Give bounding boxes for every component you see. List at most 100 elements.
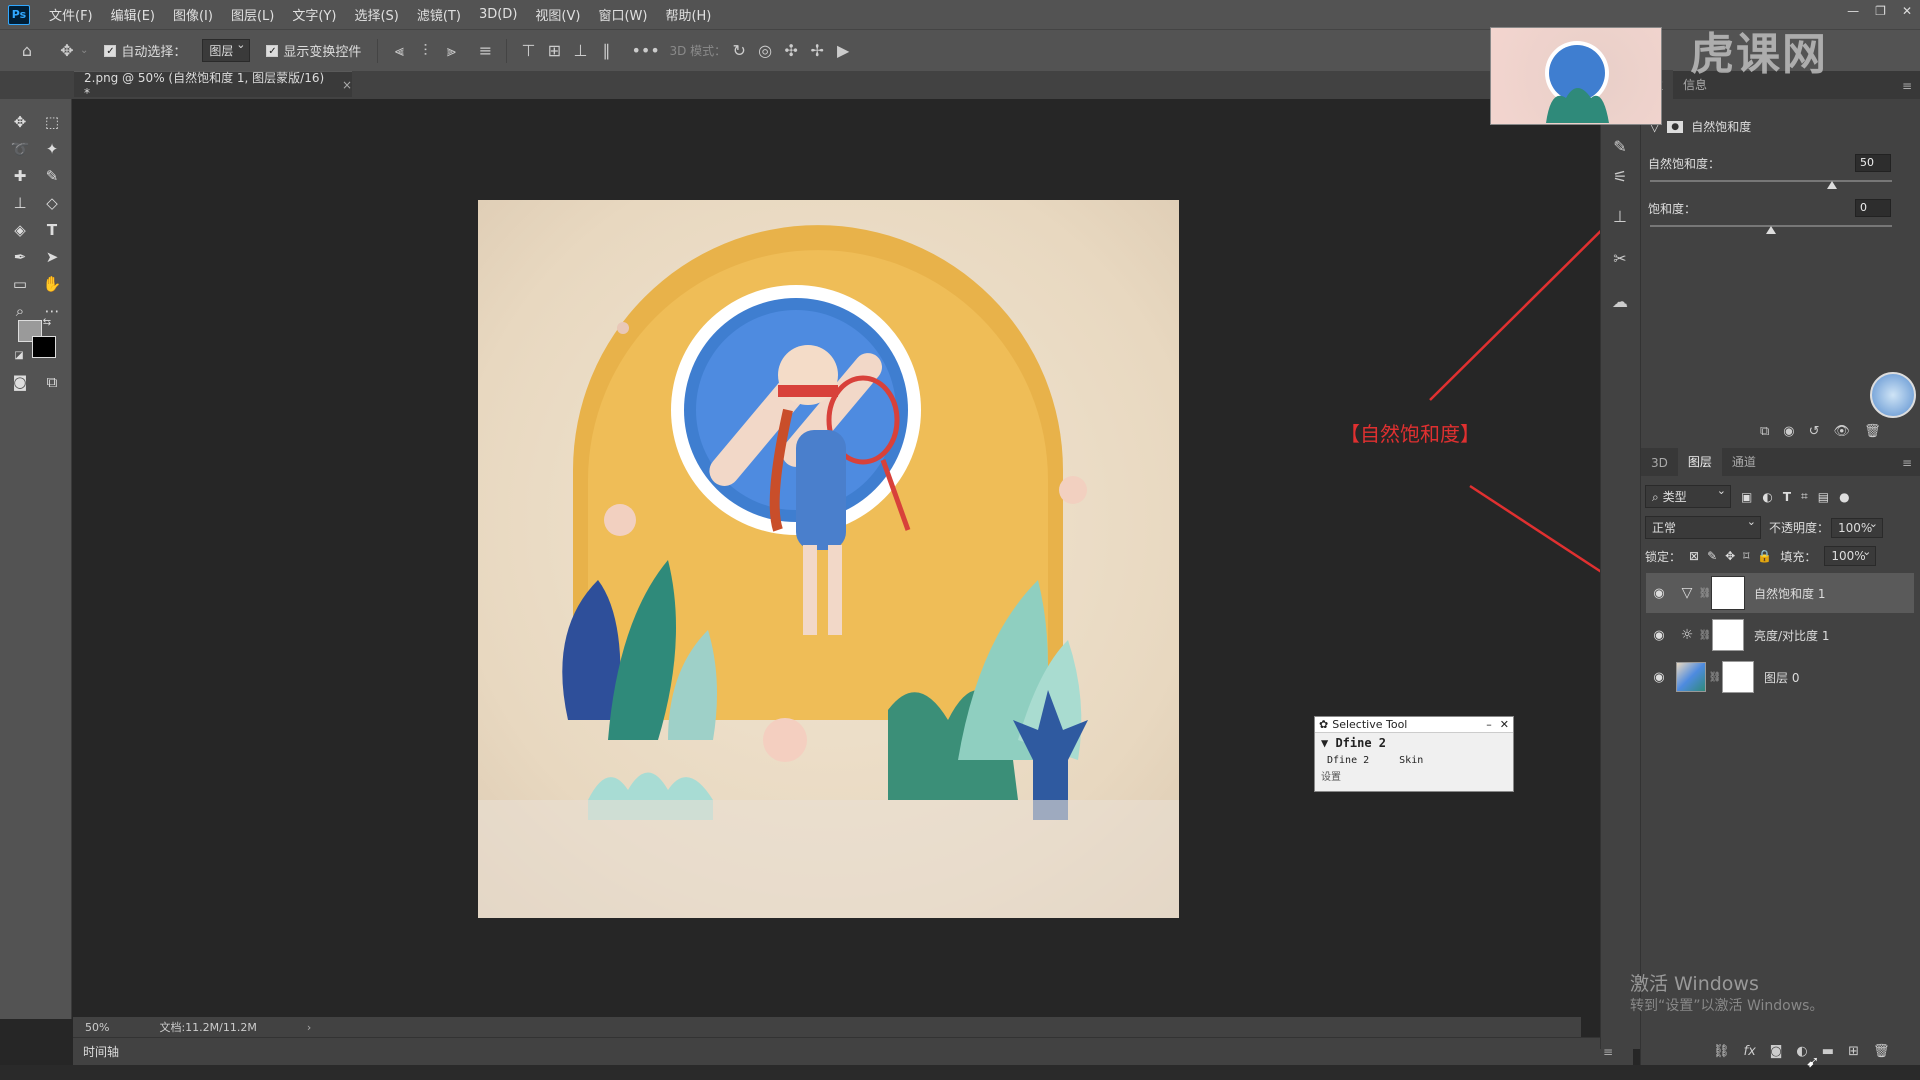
distribute-vertical-icon[interactable]: ∥ <box>593 41 619 60</box>
menu-3d[interactable]: 3D(D) <box>470 7 526 22</box>
selective-tool-settings[interactable]: 设置 <box>1315 768 1513 783</box>
fill-input[interactable]: 100% <box>1824 545 1877 566</box>
lock-transparent-icon[interactable]: ⊠ <box>1689 549 1699 563</box>
timeline-tab[interactable]: 时间轴 <box>83 1043 119 1060</box>
filter-type-icon[interactable]: T <box>1783 490 1791 504</box>
minimize-icon[interactable]: — <box>1847 4 1859 18</box>
fx-icon[interactable]: fx <box>1744 1044 1756 1059</box>
lock-artboard-icon[interactable]: ⌑ <box>1743 549 1749 563</box>
vibrance-slider-track[interactable] <box>1650 180 1892 182</box>
brush-settings-icon[interactable]: ✎ <box>1609 135 1631 157</box>
menu-file[interactable]: 文件(F) <box>40 5 102 24</box>
menu-image[interactable]: 图像(I) <box>164 5 222 24</box>
3d-pan-icon[interactable]: ✣ <box>778 41 804 60</box>
restore-icon[interactable]: ❐ <box>1875 4 1886 18</box>
layer-mask-thumbnail[interactable] <box>1722 661 1754 693</box>
menu-help[interactable]: 帮助(H) <box>656 5 720 24</box>
chain-link-icon[interactable]: ⛓ <box>1698 630 1712 641</box>
background-color-swatch[interactable] <box>32 336 56 358</box>
layer-row-brightness-contrast[interactable]: ◉ ☼ ⛓ 亮度/对比度 1 <box>1646 615 1914 655</box>
filter-adjustment-icon[interactable]: ◐ <box>1762 490 1772 504</box>
tool-presets-icon[interactable]: ✂ <box>1609 247 1631 269</box>
menu-type[interactable]: 文字(Y) <box>283 5 345 24</box>
selective-tool-sub-dfine[interactable]: Dfine 2 <box>1327 755 1369 766</box>
clone-source-icon[interactable]: ⊥ <box>1609 205 1631 227</box>
filter-smart-object-icon[interactable]: ▤ <box>1818 490 1829 504</box>
saturation-value-input[interactable]: 0 <box>1855 199 1891 217</box>
add-mask-icon[interactable]: ◙ <box>1770 1044 1783 1059</box>
move-tool-icon[interactable]: ✥ <box>6 109 34 135</box>
layers-menu-icon[interactable]: ≡ <box>1894 456 1920 476</box>
magic-wand-tool-icon[interactable]: ✦ <box>38 136 66 162</box>
menu-view[interactable]: 视图(V) <box>526 5 589 24</box>
3d-slide-icon[interactable]: ✢ <box>804 41 830 60</box>
align-right-icon[interactable]: ⫸ <box>438 41 464 61</box>
reset-icon[interactable]: ↺ <box>1809 424 1820 439</box>
blend-mode-dropdown[interactable]: 正常 <box>1645 515 1761 539</box>
selective-tool-sub-skin[interactable]: Skin <box>1399 755 1423 766</box>
eye-icon[interactable]: ◉ <box>1650 586 1668 601</box>
selective-tool-close-icon[interactable]: ✕ <box>1500 718 1509 731</box>
type-tool-icon[interactable]: T <box>38 217 66 243</box>
eye-icon[interactable]: ◉ <box>1650 670 1668 685</box>
close-icon[interactable]: ✕ <box>1902 4 1912 18</box>
align-left-icon[interactable]: ⫷ <box>386 41 412 61</box>
tool-preset-chevron-icon[interactable]: ⌄ <box>80 45 88 56</box>
vibrance-slider-thumb[interactable] <box>1826 181 1837 189</box>
tab-3d[interactable]: 3D <box>1641 456 1678 476</box>
brush-tool-icon[interactable]: ✎ <box>38 163 66 189</box>
visibility-icon[interactable]: 👁 <box>1834 424 1851 439</box>
layer-mask-thumbnail[interactable] <box>1711 576 1745 610</box>
default-colors-icon[interactable]: ◪ <box>12 348 26 362</box>
delete-icon[interactable]: 🗑 <box>1864 424 1881 439</box>
saturation-slider-thumb[interactable] <box>1766 226 1776 234</box>
filter-toggle-icon[interactable]: ● <box>1839 490 1849 504</box>
rectangle-tool-icon[interactable]: ▭ <box>6 271 34 297</box>
paint-bucket-tool-icon[interactable]: ◈ <box>6 217 34 243</box>
lock-pixels-icon[interactable]: ✎ <box>1707 549 1717 563</box>
filter-shape-icon[interactable]: ⌗ <box>1801 489 1808 504</box>
zoom-level[interactable]: 50% <box>85 1021 109 1034</box>
status-chevron-icon[interactable]: › <box>307 1021 311 1034</box>
panel-menu-icon[interactable]: ≡ <box>1894 79 1920 99</box>
view-previous-icon[interactable]: ◉ <box>1783 424 1794 439</box>
pen-tool-icon[interactable]: ✒ <box>6 244 34 270</box>
align-center-icon[interactable]: ⫶ <box>412 41 438 61</box>
clip-to-layer-icon[interactable]: ⧉ <box>1760 424 1769 439</box>
filter-pixel-icon[interactable]: ▣ <box>1741 490 1752 504</box>
3d-roll-icon[interactable]: ◎ <box>752 41 778 60</box>
libraries-icon[interactable]: ☁ <box>1609 290 1631 312</box>
swap-colors-icon[interactable]: ⇆ <box>40 315 54 329</box>
lock-all-icon[interactable]: 🔒 <box>1757 549 1772 563</box>
tab-layers[interactable]: 图层 <box>1677 447 1722 476</box>
healing-brush-tool-icon[interactable]: ✚ <box>6 163 34 189</box>
align-middle-icon[interactable]: ⊞ <box>541 41 567 60</box>
lock-position-icon[interactable]: ✥ <box>1725 549 1735 563</box>
layer-row-vibrance[interactable]: ◉ ▽ ⛓ 自然饱和度 1 <box>1646 573 1914 613</box>
adjustments-icon[interactable]: ⚟ <box>1609 165 1631 187</box>
avatar[interactable] <box>1870 372 1916 418</box>
home-icon[interactable]: ⌂ <box>14 41 40 60</box>
close-tab-icon[interactable]: × <box>342 78 352 92</box>
menu-filter[interactable]: 滤镜(T) <box>408 5 470 24</box>
tab-channels[interactable]: 通道 <box>1722 453 1766 476</box>
more-options-icon[interactable]: ••• <box>631 41 659 60</box>
document-canvas-image[interactable] <box>478 200 1179 918</box>
document-tab[interactable]: 2.png @ 50% (自然饱和度 1, 图层蒙版/16) * × <box>74 71 352 100</box>
show-transform-controls-checkbox[interactable]: ✓ 显示变换控件 <box>266 41 361 60</box>
3d-orbit-icon[interactable]: ↻ <box>726 41 752 60</box>
marquee-tool-icon[interactable]: ⬚ <box>38 109 66 135</box>
3d-camera-icon[interactable]: ▶ <box>830 41 856 60</box>
auto-select-checkbox[interactable]: ✓ 自动选择： <box>104 41 186 60</box>
lasso-tool-icon[interactable]: ➰ <box>6 136 34 162</box>
menu-window[interactable]: 窗口(W) <box>589 5 656 24</box>
eraser-tool-icon[interactable]: ◇ <box>38 190 66 216</box>
menu-select[interactable]: 选择(S) <box>345 5 407 24</box>
align-bottom-icon[interactable]: ⊥ <box>567 41 593 60</box>
delete-layer-icon[interactable]: 🗑 <box>1873 1044 1890 1059</box>
chain-link-icon[interactable]: ⛓ <box>1708 672 1722 683</box>
chain-link-icon[interactable]: ⛓ <box>1698 588 1712 599</box>
layer-image-thumbnail[interactable] <box>1676 662 1706 692</box>
menu-layer[interactable]: 图层(L) <box>222 5 283 24</box>
new-group-icon[interactable]: ▬ <box>1822 1044 1834 1059</box>
